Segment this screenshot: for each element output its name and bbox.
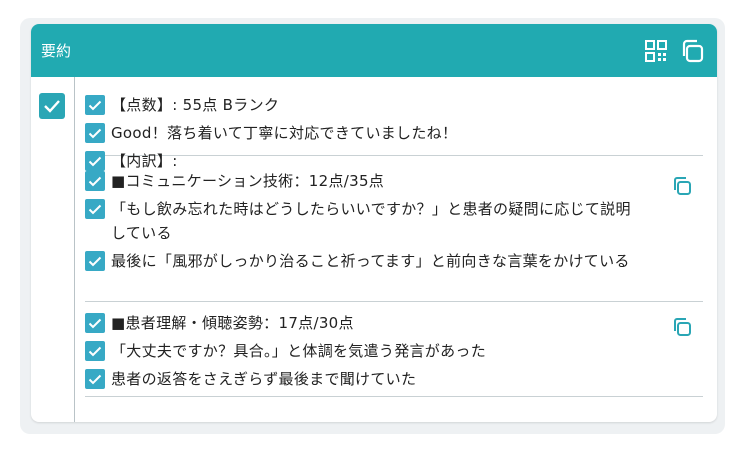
copy-icon[interactable] <box>679 38 705 64</box>
select-all-checkbox[interactable] <box>39 93 65 119</box>
item-checkbox[interactable] <box>85 95 105 115</box>
item-text: 「大丈夫ですか？具合。」と体調を気遣う発言があった <box>111 342 487 360</box>
copy-icon[interactable] <box>671 316 693 338</box>
item-text: ■患者理解・傾聴姿勢：17点/30点 <box>111 314 354 332</box>
list-item: ■患者理解・傾聴姿勢：17点/30点 <box>85 311 703 335</box>
item-checkbox[interactable] <box>85 313 105 333</box>
item-checkbox[interactable] <box>85 251 105 271</box>
item-text: 最後に「風邪がしっかり治ること祈ってます」と前向きな言葉をかけている <box>111 252 630 270</box>
item-text: Good！落ち着いて丁寧に対応できていましたね！ <box>111 124 458 142</box>
item-text: 患者の返答をさえぎらず最後まで聞けていた <box>111 370 417 388</box>
card-title: 要約 <box>41 42 72 60</box>
item-text: ■コミュニケーション技術：12点/35点 <box>111 172 385 190</box>
list-item: 「大丈夫ですか？具合。」と体調を気遣う発言があった <box>85 339 703 363</box>
list-item: 最後に「風邪がしっかり治ること祈ってます」と前向きな言葉をかけている <box>85 249 703 273</box>
list-item: Good！落ち着いて丁寧に対応できていましたね！ <box>85 121 703 145</box>
summary-card: 要約 【点数】: 55点 Bランク Good！落ち着いて丁寧に対応できていました… <box>31 24 717 422</box>
item-checkbox[interactable] <box>85 341 105 361</box>
item-checkbox[interactable] <box>85 171 105 191</box>
qr-code-icon[interactable] <box>643 38 669 64</box>
summary-sections: 【点数】: 55点 Bランク Good！落ち着いて丁寧に対応できていましたね！ … <box>85 77 703 397</box>
item-text: 「もし飲み忘れた時はどうしたらいいですか？」と患者の疑問に応じて説明している <box>111 200 631 242</box>
list-item: 患者の返答をさえぎらず最後まで聞けていた <box>85 367 703 391</box>
divider-vertical <box>74 77 75 422</box>
item-text: 【点数】: 55点 Bランク <box>111 96 280 114</box>
card-body: 【点数】: 55点 Bランク Good！落ち着いて丁寧に対応できていましたね！ … <box>31 77 717 422</box>
list-item: ■コミュニケーション技術：12点/35点 <box>85 169 703 193</box>
card-header: 要約 <box>31 24 717 77</box>
patient-understanding-section: ■患者理解・傾聴姿勢：17点/30点 「大丈夫ですか？具合。」と体調を気遣う発言… <box>85 302 703 397</box>
list-item: 【点数】: 55点 Bランク <box>85 93 703 117</box>
item-checkbox[interactable] <box>85 369 105 389</box>
communication-section: ■コミュニケーション技術：12点/35点 「もし飲み忘れた時はどうしたらいいです… <box>85 156 703 302</box>
score-section: 【点数】: 55点 Bランク Good！落ち着いて丁寧に対応できていましたね！ … <box>85 77 703 171</box>
item-checkbox[interactable] <box>85 199 105 219</box>
list-item: 「もし飲み忘れた時はどうしたらいいですか？」と患者の疑問に応じて説明している <box>85 197 703 245</box>
copy-icon[interactable] <box>671 175 693 197</box>
item-checkbox[interactable] <box>85 123 105 143</box>
